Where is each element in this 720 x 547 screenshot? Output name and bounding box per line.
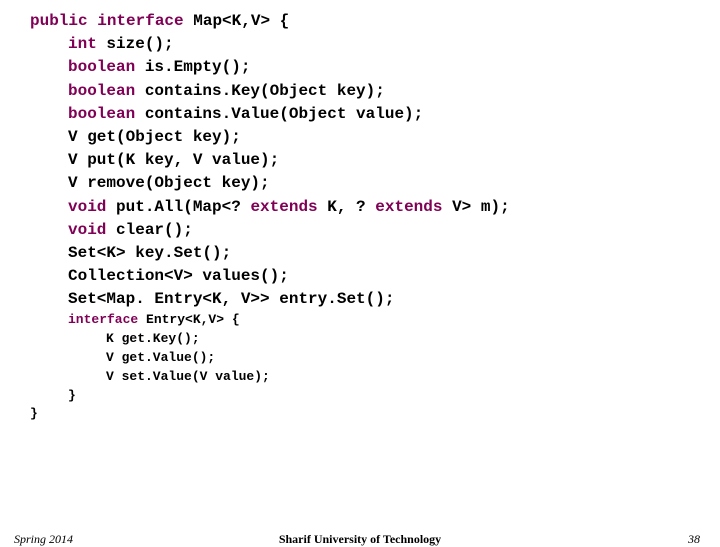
code-text: V> m); [452,198,510,216]
code-text: Set<Map. Entry<K, V>> entry.Set(); [68,290,394,308]
closing-brace: } [0,406,720,421]
code-text: K get.Key(); [106,331,200,346]
code-text: V get(Object key); [68,128,241,146]
code-text: size(); [106,35,173,53]
code-text: Collection<V> values(); [68,267,289,285]
code-text: K, ? [327,198,375,216]
keyword: public interface [30,12,193,30]
code-text: V get.Value(); [106,350,215,365]
code-line: V put(K key, V value); [30,149,720,172]
code-line: Collection<V> values(); [30,265,720,288]
code-text: Set<K> key.Set(); [68,244,231,262]
keyword: boolean [68,105,145,123]
code-line: Set<K> key.Set(); [30,242,720,265]
code-line: } [30,387,720,406]
code-line: public interface Map<K,V> { [30,10,720,33]
keyword: int [68,35,106,53]
code-line: boolean contains.Value(Object value); [30,103,720,126]
keyword: void [68,221,116,239]
code-line: void put.All(Map<? extends K, ? extends … [30,196,720,219]
code-block-inner: interface Entry<K,V> { K get.Key(); V ge… [0,311,720,405]
code-line: V set.Value(V value); [30,368,720,387]
keyword: extends [250,198,327,216]
code-line: V remove(Object key); [30,172,720,195]
code-text: } [68,388,76,403]
code-line: Set<Map. Entry<K, V>> entry.Set(); [30,288,720,311]
code-line: void clear(); [30,219,720,242]
keyword: extends [375,198,452,216]
code-text: Entry<K,V> { [146,312,240,327]
code-line: boolean is.Empty(); [30,56,720,79]
keyword: void [68,198,116,216]
code-line: V get.Value(); [30,349,720,368]
code-line: V get(Object key); [30,126,720,149]
code-line: int size(); [30,33,720,56]
keyword: boolean [68,58,145,76]
code-line: K get.Key(); [30,330,720,349]
code-text: contains.Key(Object key); [145,82,385,100]
code-text: V put(K key, V value); [68,151,279,169]
code-text: is.Empty(); [145,58,251,76]
code-text: contains.Value(Object value); [145,105,423,123]
code-text: V remove(Object key); [68,174,270,192]
code-text: clear(); [116,221,193,239]
code-line: interface Entry<K,V> { [30,311,720,330]
code-text: Map<K,V> { [193,12,289,30]
keyword: interface [68,312,146,327]
code-text: V set.Value(V value); [106,369,270,384]
code-text: put.All(Map<? [116,198,250,216]
code-line: boolean contains.Key(Object key); [30,80,720,103]
code-block-main: public interface Map<K,V> { int size(); … [0,0,720,311]
keyword: boolean [68,82,145,100]
